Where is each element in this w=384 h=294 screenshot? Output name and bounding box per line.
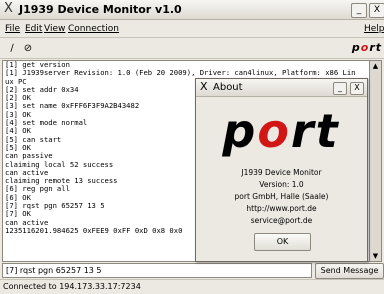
about-url[interactable]: http://www.port.de xyxy=(196,204,367,213)
maximize-button[interactable]: X xyxy=(369,3,384,18)
about-company: port GmbH, Halle (Saale) xyxy=(234,192,329,201)
scroll-down-icon[interactable]: ▼ xyxy=(370,251,381,261)
ok-button[interactable]: OK xyxy=(254,233,311,251)
disconnect-icon[interactable]: ⊘ xyxy=(22,43,34,55)
connect-icon[interactable]: ∕ xyxy=(6,43,18,55)
about-title: About xyxy=(213,82,243,93)
about-version: Version: 1.0 xyxy=(259,180,304,189)
toolbar: ∕ ⊘ port xyxy=(0,39,384,59)
menu-file[interactable]: File xyxy=(5,24,20,34)
menu-help[interactable]: Help xyxy=(364,24,384,34)
menu-bar: File Edit View Connection Help xyxy=(0,21,384,38)
about-app-name: J1939 Device Monitor xyxy=(241,168,322,177)
console-scrollbar[interactable]: ▲ ▼ xyxy=(369,60,382,262)
about-dialog: X About _ X port J1939 Device Monitor Ve… xyxy=(195,78,368,262)
main-title-bar[interactable]: X J1939 Device Monitor v1.0 _ X xyxy=(0,0,384,20)
window-close-icon[interactable]: X xyxy=(4,1,13,16)
about-title-bar[interactable]: X About _ X xyxy=(196,79,367,97)
about-minimize-button[interactable]: _ xyxy=(333,82,347,95)
minimize-button[interactable]: _ xyxy=(351,3,367,18)
menu-view[interactable]: View xyxy=(44,24,65,34)
port-logo-small: port xyxy=(351,41,382,54)
console-line: [1] J1939server Revision: 1.0 (Feb 20 20… xyxy=(5,68,356,78)
about-email[interactable]: service@port.de xyxy=(196,216,367,225)
about-close-icon[interactable]: X xyxy=(200,80,208,93)
menu-connection[interactable]: Connection xyxy=(68,24,119,34)
scroll-up-icon[interactable]: ▲ xyxy=(370,61,381,71)
window-title: J1939 Device Monitor v1.0 xyxy=(19,3,182,16)
command-input[interactable]: [7] rqst pgn 65257 13 5 xyxy=(2,263,312,278)
status-bar: Connected to 194.173.33.17:7234 xyxy=(0,279,384,294)
send-message-button[interactable]: Send Message xyxy=(315,263,384,279)
port-logo: port xyxy=(222,104,340,158)
menu-edit[interactable]: Edit xyxy=(25,24,42,34)
about-close-button[interactable]: X xyxy=(350,82,364,95)
